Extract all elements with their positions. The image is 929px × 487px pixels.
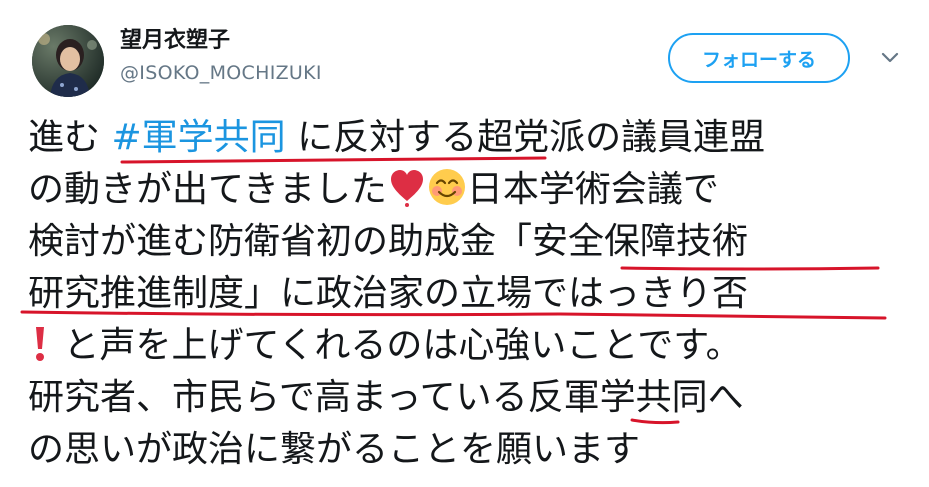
hashtag-link[interactable]: #軍学共同: [111, 117, 285, 158]
tweet-line-3: 検討が進む防衛省初の助成金「安全保障技術: [28, 221, 749, 262]
smiling-face-icon: [427, 167, 467, 222]
tweet-text-segment: 進む: [28, 117, 112, 158]
heavy-exclamation-icon: [387, 167, 427, 222]
heavy-exclamation-icon: [28, 323, 52, 378]
tweet-line-4: 研究推進制度」に政治家の立場ではっきり否: [28, 273, 749, 314]
chevron-down-icon[interactable]: [878, 48, 902, 68]
tweet-body: 進む #軍学共同 に反対する超党派の議員連盟 の動きが出てきました 日本学術会議で…: [28, 112, 908, 476]
tweet-line-1: 進む #軍学共同 に反対する超党派の議員連盟: [28, 112, 908, 164]
tweet-line-2: の動きが出てきました 日本学術会議で: [28, 164, 908, 216]
tweet-line-5: と声を上げてくれるのは心強いことです。: [28, 320, 908, 372]
tweet-text-segment: と声を上げてくれるのは心強いことです。: [52, 325, 742, 366]
tweet-header: 望月衣塑子 @ISOKO_MOCHIZUKI フォローする: [0, 0, 929, 110]
tweet-text-segment: 日本学術会議で: [466, 169, 719, 210]
user-handle[interactable]: @ISOKO_MOCHIZUKI: [120, 60, 322, 86]
tweet-text-segment: に反対する超党派の議員連盟: [285, 117, 766, 158]
avatar[interactable]: [32, 25, 104, 97]
tweet-text-segment: の動きが出てきました: [28, 169, 387, 210]
tweet-line-7: の思いが政治に繋がることを願います: [28, 429, 641, 470]
tweet-line-6: 研究者、市民らで高まっている反軍学共同へ: [28, 377, 744, 418]
follow-button[interactable]: フォローする: [668, 33, 850, 83]
display-name[interactable]: 望月衣塑子: [120, 26, 230, 56]
